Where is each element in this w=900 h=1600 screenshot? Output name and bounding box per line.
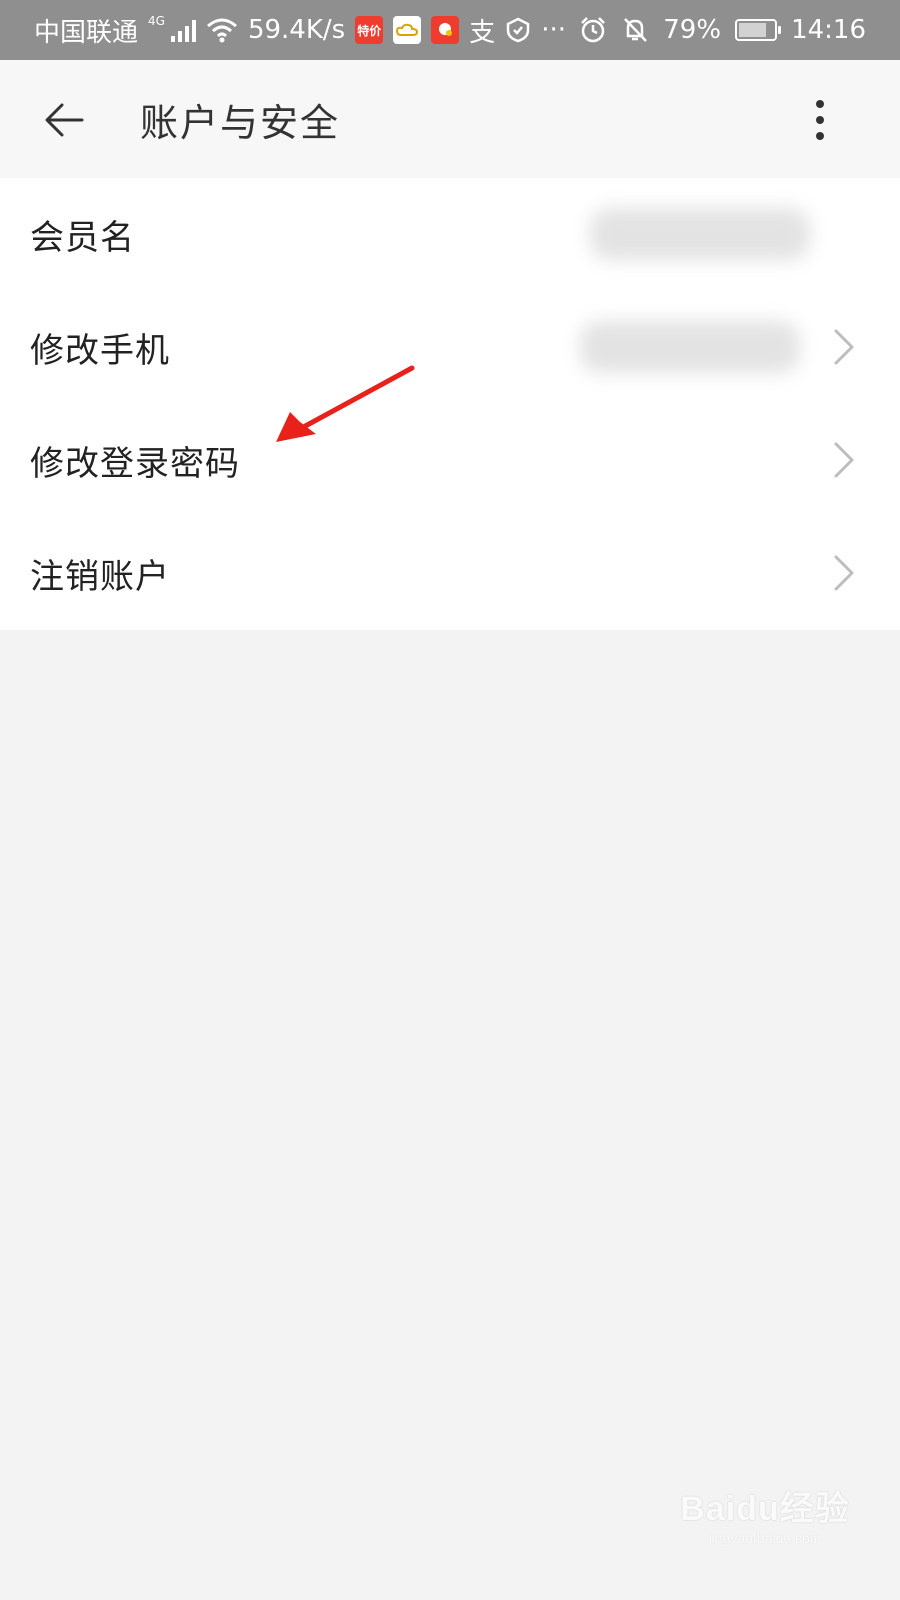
shield-icon <box>506 17 530 43</box>
back-button[interactable] <box>42 98 86 142</box>
back-arrow-icon <box>45 103 84 137</box>
list-item-close-account[interactable]: 注销账户 <box>0 517 900 630</box>
wifi-icon <box>206 18 237 43</box>
more-dot-icon <box>816 132 824 140</box>
chevron-right-icon <box>824 440 864 480</box>
clock-time: 14:16 <box>791 15 866 45</box>
page-title: 账户与安全 <box>140 101 341 145</box>
alarm-icon <box>581 17 606 43</box>
network-type: 4G <box>148 14 165 28</box>
signal-icon <box>170 18 196 42</box>
carrier-name: 中国联通 <box>34 17 139 48</box>
chevron-right-icon <box>824 553 864 593</box>
baidu-jingyan-watermark: Baidu经验 jingyan.baidu.com <box>680 1481 850 1576</box>
list-item-member-name[interactable]: 会员名 <box>0 178 900 291</box>
list-item-label: 修改登录密码 <box>30 444 240 484</box>
more-dot-icon <box>816 116 824 124</box>
more-options-button[interactable] <box>800 96 840 144</box>
watermark-logo: Baidu经验 <box>680 1490 850 1528</box>
cloud-app-icon <box>393 16 422 44</box>
list-item-change-phone[interactable]: 修改手机 <box>0 291 900 404</box>
battery-fill <box>739 23 766 37</box>
app-header: 账户与安全 <box>0 60 900 178</box>
chevron-right-icon <box>824 327 864 367</box>
tejia-app-icon: 特价 <box>355 16 384 44</box>
settings-list: 会员名 修改手机 修改登录密码 注销账户 <box>0 178 900 630</box>
network-speed: 59.4K/s <box>247 15 346 45</box>
battery-percent: 79% <box>663 15 722 45</box>
mute-bell-icon <box>624 18 648 42</box>
annotation-arrow-icon <box>276 365 415 442</box>
more-dot-icon <box>816 100 824 108</box>
list-item-label: 注销账户 <box>30 557 170 597</box>
status-bar-left: 中国联通 4G 59.4K/s 特价 支 ··· <box>34 12 566 49</box>
list-item-label: 会员名 <box>30 218 135 258</box>
blurred-phone-value <box>580 321 800 373</box>
list-item-change-password[interactable]: 修改登录密码 <box>0 404 900 517</box>
status-bar: 中国联通 4G 59.4K/s 特价 支 ··· 79% 14:16 <box>0 0 900 60</box>
pinduoduo-app-icon <box>431 16 460 44</box>
list-item-label: 修改手机 <box>30 331 170 371</box>
blurred-member-name-value <box>590 208 810 260</box>
screen: 中国联通 4G 59.4K/s 特价 支 ··· 79% 14:16 账户与安全… <box>0 0 900 1600</box>
status-bar-right: 79% 14:16 <box>579 15 866 45</box>
alipay-icon: 支 <box>469 17 496 48</box>
battery-icon <box>735 19 782 41</box>
more-notifications-icon: ··· <box>541 15 567 45</box>
watermark-url: jingyan.baidu.com <box>708 1530 822 1546</box>
